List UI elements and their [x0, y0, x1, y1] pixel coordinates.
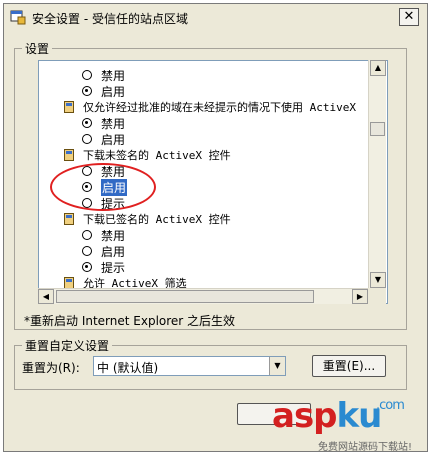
aspku-watermark: aspku .com	[272, 396, 405, 436]
scroll-up-button[interactable]: ▲	[370, 60, 386, 76]
restart-note: *重新启动 Internet Explorer 之后生效	[24, 314, 236, 328]
scroll-right-button[interactable]: ▶	[352, 289, 368, 304]
scrollbar-corner	[368, 288, 386, 304]
radio-button[interactable]	[82, 262, 92, 272]
category-label: 下载未签名的 ActiveX 控件	[83, 149, 231, 162]
reset-button[interactable]: 重置(E)...	[312, 355, 386, 377]
list-item[interactable]: 禁用	[82, 163, 125, 179]
radio-button[interactable]	[82, 182, 92, 192]
settings-category-icon	[64, 213, 74, 225]
option-label: 启用	[101, 132, 126, 147]
option-label: 提示	[101, 260, 126, 275]
radio-button[interactable]	[82, 246, 92, 256]
option-label: 禁用	[101, 164, 126, 179]
security-level-value: 中 (默认值)	[97, 361, 159, 375]
list-item: 仅允许经过批准的域在未经提示的情况下使用 ActiveX	[64, 99, 356, 115]
option-label: 禁用	[101, 116, 126, 131]
radio-button[interactable]	[82, 230, 92, 240]
chevron-down-icon[interactable]: ▼	[269, 357, 285, 375]
reset-group-label: 重置自定义设置	[22, 337, 113, 354]
list-item[interactable]: 启用	[82, 243, 125, 259]
option-label: 提示	[101, 196, 126, 211]
settings-category-icon	[64, 101, 74, 113]
watermark-subtitle: 免费网站源码下载站!	[318, 442, 413, 453]
security-level-select[interactable]: 中 (默认值) ▼	[93, 356, 286, 376]
close-button[interactable]: ✕	[399, 8, 419, 26]
horizontal-scrollbar[interactable]: ◀ ▶	[38, 288, 368, 304]
settings-group-label: 设置	[22, 40, 53, 57]
option-label: 禁用	[101, 228, 126, 243]
list-item[interactable]: 提示	[82, 195, 125, 211]
list-item[interactable]: 禁用	[82, 115, 125, 131]
settings-window-icon	[10, 10, 26, 25]
category-label: 下载已签名的 ActiveX 控件	[83, 213, 231, 226]
horizontal-scroll-thumb[interactable]	[56, 290, 314, 303]
settings-list[interactable]: 禁用 启用 仅允许经过批准的域在未经提示的情况下使用 ActiveX 禁用 启用…	[38, 60, 388, 304]
list-item[interactable]: 启用	[82, 83, 125, 99]
radio-button[interactable]	[82, 134, 92, 144]
option-label: 启用	[101, 244, 126, 259]
vertical-scrollbar[interactable]: ▲ ▼	[368, 60, 386, 288]
settings-category-icon	[64, 149, 74, 161]
reset-to-label: 重置为(R):	[22, 361, 80, 375]
list-item[interactable]: 启用	[82, 131, 125, 147]
title-bar[interactable]: 安全设置 - 受信任的站点区域 ✕	[4, 4, 427, 30]
radio-button[interactable]	[82, 166, 92, 176]
scroll-thumb[interactable]	[370, 122, 385, 136]
list-item[interactable]: 禁用	[82, 67, 125, 83]
list-item[interactable]: 启用	[82, 178, 128, 196]
scroll-left-button[interactable]: ◀	[38, 289, 54, 304]
radio-button[interactable]	[82, 86, 92, 96]
radio-button[interactable]	[82, 118, 92, 128]
list-item: 下载已签名的 ActiveX 控件	[64, 211, 231, 227]
option-label: 禁用	[101, 68, 126, 83]
list-item[interactable]: 提示	[82, 259, 125, 275]
option-label-selected: 启用	[101, 178, 128, 196]
option-label: 启用	[101, 84, 126, 99]
scroll-down-button[interactable]: ▼	[370, 272, 386, 288]
radio-button[interactable]	[82, 198, 92, 208]
category-label: 仅允许经过批准的域在未经提示的情况下使用 ActiveX	[83, 101, 356, 114]
radio-button[interactable]	[82, 70, 92, 80]
list-item: 下载未签名的 ActiveX 控件	[64, 147, 231, 163]
window-title: 安全设置 - 受信任的站点区域	[32, 12, 188, 26]
list-item[interactable]: 禁用	[82, 227, 125, 243]
